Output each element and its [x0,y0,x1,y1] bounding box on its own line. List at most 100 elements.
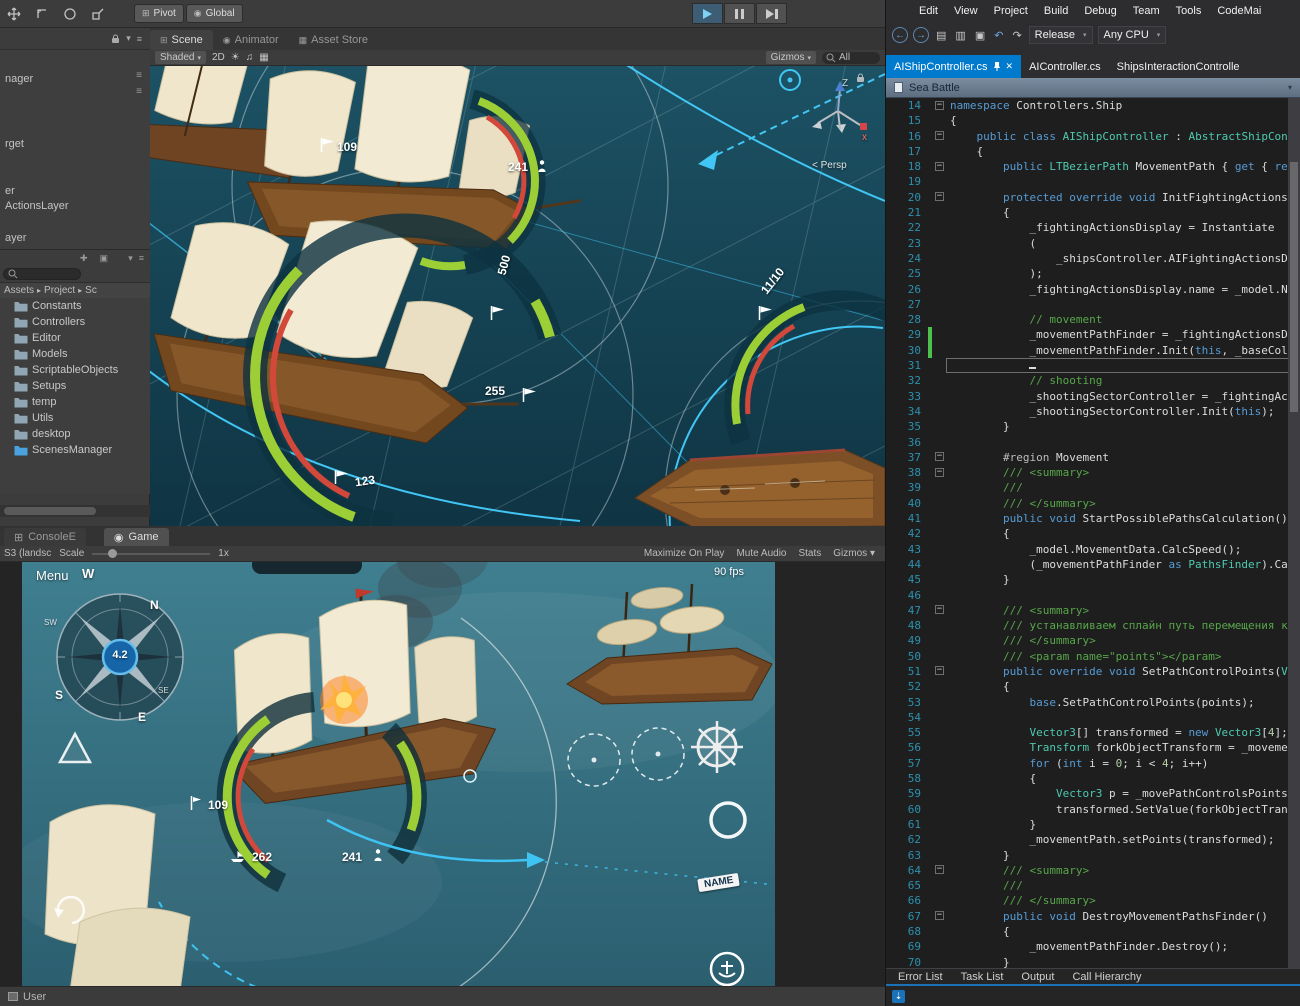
folder-item[interactable]: temp [0,394,150,410]
folder-item[interactable]: ScenesManager [0,442,150,458]
code-line[interactable]: 47− /// <summary> [886,603,1300,618]
code-line[interactable]: 51− public override void SetPathControlP… [886,664,1300,679]
code-line[interactable]: 65 /// [886,878,1300,893]
code-line[interactable]: 45 } [886,572,1300,587]
move-tool-icon[interactable] [29,4,55,24]
code-line[interactable]: 41 public void StartPossiblePathsCalcula… [886,511,1300,526]
scene-lock-icon[interactable] [856,70,865,88]
scene-tab-animator[interactable]: ◉Animator [213,30,289,50]
hierarchy-item[interactable]: nager [5,73,33,85]
row-menu-icon[interactable]: ≡ [136,70,142,81]
axis-z-label[interactable]: Z [842,78,848,89]
code-line[interactable]: 68 { [886,924,1300,939]
folder-item[interactable]: Setups [0,378,150,394]
play-button[interactable] [692,3,723,24]
panel-tab-task-list[interactable]: Task List [953,970,1012,984]
code-line[interactable]: 57 for (int i = 0; i < 4; i++) [886,756,1300,771]
code-line[interactable]: 34 _shootingSectorController.Init(this); [886,404,1300,419]
download-status-icon[interactable]: ⇣ [892,990,905,1003]
code-line[interactable]: 22 _fightingActionsDisplay = Instantiate [886,220,1300,235]
redo-icon[interactable]: ↷ [1010,29,1023,42]
game-gizmos-dropdown[interactable]: Gizmos ▾ [833,548,875,559]
folder-item[interactable]: Constants [0,298,150,314]
doc-tab[interactable]: AIController.cs [1021,55,1109,78]
code-line[interactable]: 46 [886,588,1300,603]
code-line[interactable]: 60 transformed.SetValue(forkObjectTrans [886,802,1300,817]
code-line[interactable]: 38− /// <summary> [886,465,1300,480]
code-line[interactable]: 37− #region Movement [886,450,1300,465]
editor-scrollbar[interactable] [1288,98,1300,968]
code-line[interactable]: 67− public void DestroyMovementPathsFind… [886,909,1300,924]
code-line[interactable]: 23 ( [886,236,1300,251]
code-line[interactable]: 52 { [886,679,1300,694]
hierarchy-item[interactable]: rget [5,138,24,150]
code-line[interactable]: 24 _shipsController.AIFightingActionsDi [886,251,1300,266]
code-line[interactable]: 36 [886,435,1300,450]
menu-team[interactable]: Team [1126,3,1167,19]
code-line[interactable]: 15{ [886,113,1300,128]
mute-audio-toggle[interactable]: Mute Audio [736,548,786,559]
undo-icon[interactable]: ↶ [992,29,1005,42]
fold-collapse-icon[interactable]: − [935,468,944,477]
breadcrumb-part[interactable]: Assets [4,285,34,296]
code-line[interactable]: 19 [886,174,1300,189]
persp-label[interactable]: < Persp [812,160,847,171]
lighting-toggle-icon[interactable]: ☀ [231,52,240,63]
2d-toggle[interactable]: 2D [212,52,225,63]
scale-tool-icon[interactable] [85,4,111,24]
effects-toggle-icon[interactable]: ▦ [259,52,268,63]
game-viewport[interactable]: Menu 90 fps 4.2 W N S E SW SE 109 262 24… [22,562,775,986]
scrollbar-thumb[interactable] [1290,162,1298,412]
audio-toggle-icon[interactable]: ♫ [246,52,254,63]
project-search-input[interactable] [3,268,81,280]
save-icon[interactable]: ▣ [973,29,987,42]
folder-item[interactable]: Models [0,346,150,362]
menu-edit[interactable]: Edit [912,3,945,19]
code-line[interactable]: 17 { [886,144,1300,159]
fold-collapse-icon[interactable]: − [935,162,944,171]
code-line[interactable]: 54 [886,710,1300,725]
close-icon[interactable]: ✕ [1006,61,1014,72]
code-line[interactable]: 21 { [886,205,1300,220]
code-line[interactable]: 53 base.SetPathControlPoints(points); [886,695,1300,710]
code-line[interactable]: 14−namespace Controllers.Ship [886,98,1300,113]
code-line[interactable]: 20− protected override void InitFighting… [886,190,1300,205]
lock-icon[interactable] [111,34,120,44]
code-line[interactable]: 18− public LTBezierPath MovementPath { g… [886,159,1300,174]
code-line[interactable]: 64− /// <summary> [886,863,1300,878]
code-editor[interactable]: 14−namespace Controllers.Ship15{16− publ… [886,98,1300,968]
menu-build[interactable]: Build [1037,3,1075,19]
code-line[interactable]: 42 { [886,526,1300,541]
project-breadcrumb[interactable]: Assets▸Project▸Sc [0,282,150,298]
menu-codemai[interactable]: CodeMai [1210,3,1268,19]
code-line[interactable]: 58 { [886,771,1300,786]
game-tab[interactable]: ◉Game [104,528,169,546]
code-line[interactable]: 33 _shootingSectorController = _fighting… [886,389,1300,404]
display-dropdown[interactable]: S3 (landsc [4,548,51,559]
code-line[interactable]: 56 Transform forkObjectTransform = _move… [886,740,1300,755]
code-line[interactable]: 29 _movementPathFinder = _fightingAction… [886,327,1300,342]
code-line[interactable]: 66 /// </summary> [886,893,1300,908]
code-line[interactable]: 49 /// </summary> [886,633,1300,648]
fold-collapse-icon[interactable]: − [935,666,944,675]
pivot-button[interactable]: ⊞Pivot [134,4,184,23]
fold-collapse-icon[interactable]: − [935,452,944,461]
doc-tab[interactable]: ShipsInteractionControlle [1109,55,1248,78]
menu-project[interactable]: Project [987,3,1035,19]
folder-item[interactable]: desktop [0,426,150,442]
code-line[interactable]: 39 /// [886,480,1300,495]
code-line[interactable]: 48 /// устанавливаем сплайн путь перемещ… [886,618,1300,633]
step-button[interactable] [756,3,787,24]
hierarchy-item[interactable]: er [5,185,15,197]
navigate-back-icon[interactable]: ← [892,27,908,43]
gizmos-dropdown[interactable]: Gizmos▾ [766,51,816,64]
row-menu-icon[interactable]: ≡ [136,86,142,97]
menu-view[interactable]: View [947,3,985,19]
breadcrumb-part[interactable]: Project [44,285,75,296]
folder-item[interactable]: Controllers [0,314,150,330]
menu-button[interactable]: Menu [36,568,69,583]
platform-dropdown[interactable]: Any CPU▾ [1098,26,1167,44]
folder-item[interactable]: ScriptableObjects [0,362,150,378]
scene-search-input[interactable]: All [822,52,880,64]
code-line[interactable]: 26 _fightingActionsDisplay.name = _model… [886,282,1300,297]
